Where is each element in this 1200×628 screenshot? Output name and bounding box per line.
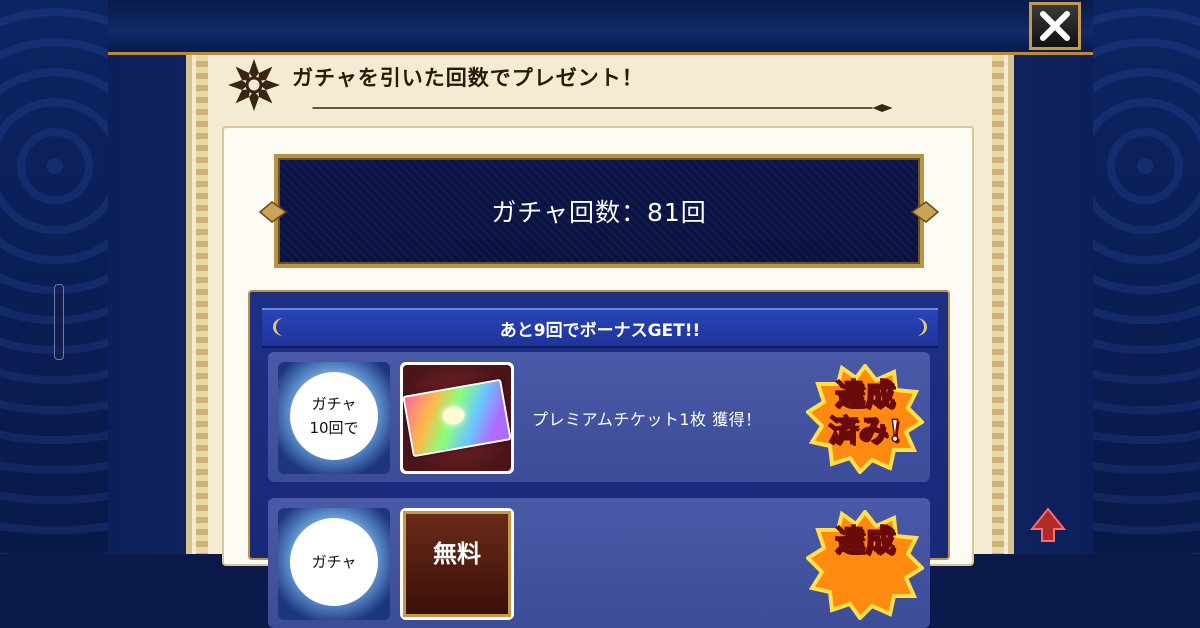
count-box-right-ornament-icon	[910, 201, 940, 223]
orb-label: ガチャ	[290, 518, 378, 606]
achieved-badge: 達成 済み!	[806, 364, 924, 474]
dialog-title: ガチャを引いた回数でプレゼント！	[292, 66, 644, 90]
reward-row[interactable]: ガチャ 10回で プレミアムチケット1枚 獲得！ 達成 済み!	[268, 352, 930, 482]
count-box-left-ornament-icon	[258, 201, 288, 223]
close-icon	[1040, 11, 1070, 41]
banner-left-ornament-icon	[273, 318, 282, 336]
orb-label-line1: ガチャ	[311, 395, 357, 413]
dialog-top-bar	[108, 0, 1093, 55]
badge-line2: 済み!	[828, 413, 903, 450]
paper-edge-left	[196, 55, 208, 554]
left-background-pattern	[0, 0, 110, 554]
free-item-label: 無料	[403, 511, 511, 617]
close-button[interactable]	[1029, 2, 1081, 50]
achieved-badge: 達成	[806, 510, 924, 620]
gacha-orb: ガチャ	[278, 508, 390, 620]
scroll-up-arrow-icon[interactable]	[1028, 505, 1068, 545]
gacha-count-box: ガチャ回数：81回	[274, 154, 924, 268]
badge-line1: 達成	[834, 377, 896, 414]
paper-edge-right	[992, 55, 1004, 554]
bonus-banner-text: あと9回でボーナスGET!!	[499, 320, 701, 341]
reward-description: プレミアムチケット1枚 獲得！	[532, 410, 762, 429]
orb-label: ガチャ 10回で	[290, 372, 378, 460]
bonus-banner: あと9回でボーナスGET!!	[262, 308, 938, 348]
reward-row[interactable]: ガチャ 無料 達成	[268, 498, 930, 628]
free-item: 無料	[400, 508, 514, 620]
banner-right-ornament-icon	[918, 318, 927, 336]
premium-ticket-item	[400, 362, 514, 474]
premium-ticket-icon	[403, 378, 511, 458]
gacha-count-text: ガチャ回数：81回	[491, 198, 707, 227]
orb-label-line2: 10回で	[309, 419, 359, 437]
side-scroll-handle[interactable]	[54, 284, 64, 360]
gacha-orb: ガチャ 10回で	[278, 362, 390, 474]
header-divider	[312, 104, 893, 112]
badge-line1: 達成	[834, 523, 896, 560]
right-background-pattern	[1090, 0, 1200, 554]
